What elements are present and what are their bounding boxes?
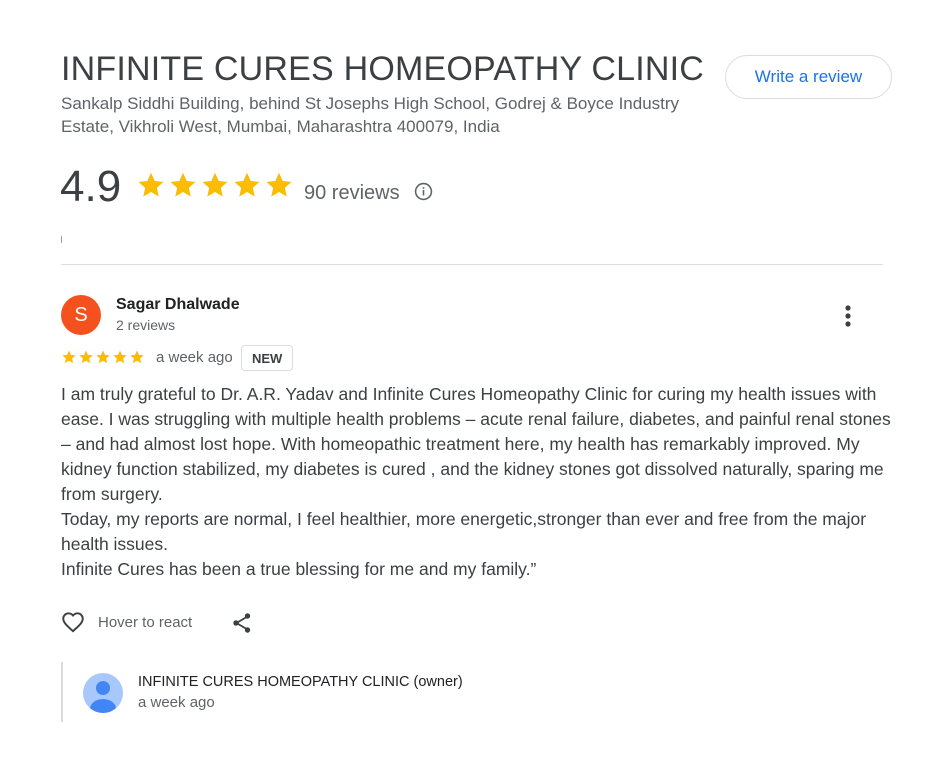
review-count: 90 reviews	[304, 182, 400, 204]
reviewer-name[interactable]: Sagar Dhalwade	[116, 296, 240, 314]
owner-reply-bar	[61, 662, 63, 722]
scroll-marker	[61, 236, 62, 243]
heart-outline-icon[interactable]	[60, 609, 86, 635]
write-review-button[interactable]: Write a review	[725, 55, 892, 99]
rating-stars	[136, 170, 294, 200]
star-icon	[138, 172, 164, 197]
review-paragraph: Today, my reports are normal, I feel hea…	[61, 509, 867, 554]
owner-name: INFINITE CURES HOMEOPATHY CLINIC (owner)	[138, 674, 463, 690]
share-icon[interactable]	[230, 611, 254, 635]
review-paragraph: Infinite Cures has been a true blessing …	[61, 559, 537, 579]
react-label[interactable]: Hover to react	[98, 614, 192, 631]
reviewer-avatar[interactable]: S	[61, 295, 101, 335]
reviewer-review-count: 2 reviews	[116, 317, 176, 333]
review-stars	[61, 349, 145, 365]
more-vert-icon[interactable]	[837, 303, 859, 329]
star-icon	[62, 350, 76, 364]
star-icon	[234, 172, 260, 197]
review-text: I am truly grateful to Dr. A.R. Yadav an…	[61, 382, 891, 582]
person-avatar-icon	[83, 673, 123, 713]
divider	[61, 264, 883, 265]
new-badge: NEW	[241, 345, 294, 371]
review-paragraph: I am truly grateful to Dr. A.R. Yadav an…	[61, 384, 891, 504]
info-icon[interactable]	[414, 182, 433, 201]
average-rating: 4.9	[60, 162, 122, 211]
star-icon	[79, 350, 93, 364]
star-icon	[96, 350, 110, 364]
owner-reply-time: a week ago	[138, 694, 215, 711]
star-icon	[130, 350, 144, 364]
review-time: a week ago	[156, 349, 233, 366]
page-title: INFINITE CURES HOMEOPATHY CLINIC	[61, 50, 705, 88]
star-icon	[113, 350, 127, 364]
business-address: Sankalp Siddhi Building, behind St Josep…	[61, 94, 680, 136]
star-icon	[170, 172, 196, 197]
star-icon	[202, 172, 228, 197]
star-icon	[266, 172, 292, 197]
